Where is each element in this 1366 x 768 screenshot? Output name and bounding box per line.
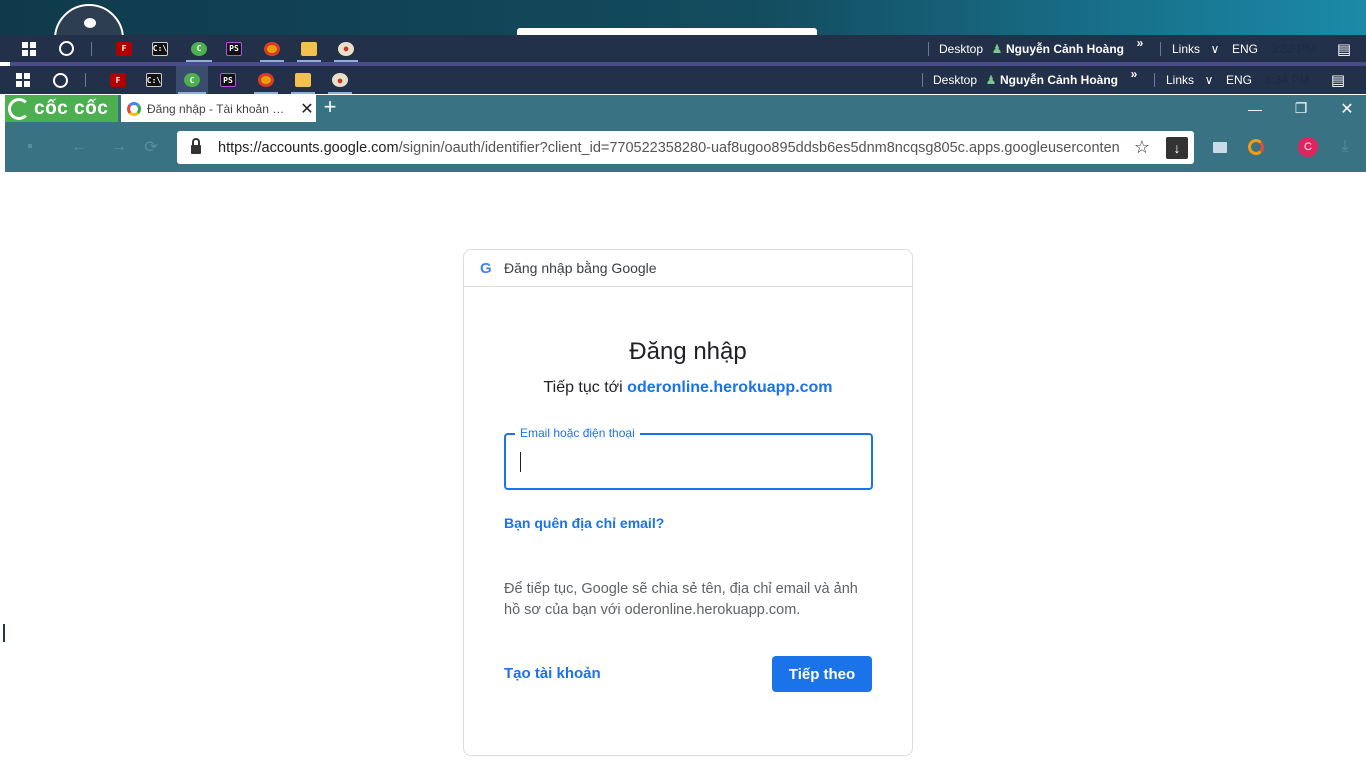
cmd-icon[interactable]: C:\: [148, 35, 172, 62]
links-toolbar[interactable]: Links: [1171, 35, 1201, 62]
coccoc-taskbar-icon[interactable]: C: [184, 35, 214, 62]
cmd-icon[interactable]: C:\: [142, 66, 166, 94]
signin-card: G Đăng nhập bằng Google Đăng nhập Tiếp t…: [463, 249, 913, 756]
sharing-notice: Để tiếp tục, Google sẽ chia sẻ tên, địa …: [504, 581, 858, 618]
subtitle-site-link[interactable]: oderonline.herokuapp.com: [627, 379, 832, 396]
clock[interactable]: 3:34 PM: [1264, 66, 1310, 94]
back-icon[interactable]: ←: [67, 136, 91, 158]
profile-avatar[interactable]: C: [1298, 137, 1318, 157]
tab-title: Đăng nhập - Tài khoản Google: [147, 101, 292, 116]
chevron-overflow-icon[interactable]: »: [1134, 29, 1146, 56]
clock[interactable]: 3:32 PM: [1270, 35, 1316, 62]
file-explorer-icon[interactable]: [295, 35, 323, 62]
tab-google-signin[interactable]: Đăng nhập - Tài khoản Google ✕: [121, 95, 316, 122]
desktop-toolbar[interactable]: Desktop: [932, 66, 978, 94]
page-title: Đăng nhập: [629, 338, 747, 365]
bookmark-star-icon[interactable]: ☆: [1134, 137, 1150, 158]
cortana-icon[interactable]: [50, 66, 70, 94]
filezilla-icon[interactable]: F: [106, 66, 130, 94]
minimize-button[interactable]: —: [1232, 95, 1278, 122]
create-account-link[interactable]: Tạo tài khoản: [504, 665, 601, 682]
coccoc-taskbar-icon[interactable]: C: [176, 66, 208, 94]
text-caret: [520, 452, 521, 472]
notification-icon[interactable]: ▤: [1334, 35, 1354, 62]
notification-icon[interactable]: ▤: [1328, 66, 1348, 94]
google-g-icon: G: [480, 259, 492, 277]
close-window-button[interactable]: ✕: [1324, 95, 1366, 122]
subtitle-prefix: Tiếp tục tới: [543, 379, 623, 396]
email-input[interactable]: [506, 435, 871, 488]
file-explorer-icon[interactable]: [289, 66, 317, 94]
google-favicon-icon: [127, 101, 141, 116]
desktop-toolbar[interactable]: Desktop: [938, 35, 984, 62]
forgot-email-link[interactable]: Bạn quên địa chỉ email?: [504, 515, 664, 531]
coccoc-logo[interactable]: cốc cốc: [5, 95, 118, 122]
chevron-up-icon[interactable]: ∨: [1201, 66, 1217, 94]
new-tab-button[interactable]: +: [319, 96, 341, 119]
phpstorm-icon[interactable]: PS: [222, 35, 246, 62]
reader-extension-icon[interactable]: [1210, 137, 1230, 157]
chevron-overflow-icon[interactable]: »: [1128, 60, 1140, 88]
user-name-toolbar[interactable]: Nguyễn Cảnh Hoàng: [1000, 66, 1118, 94]
taskbar-divider: [83, 66, 87, 94]
user-icon: ♟: [991, 41, 1003, 56]
taskbar-top: F C:\ C PS ● Desktop ♟ Nguyễn Cảnh Hoàng…: [0, 35, 1366, 62]
reload-icon[interactable]: ⟳: [139, 136, 163, 158]
start-icon[interactable]: [19, 35, 39, 62]
address-bar[interactable]: https://accounts.google.com/signin/oauth…: [177, 131, 1194, 164]
next-button[interactable]: Tiếp theo: [772, 656, 872, 692]
filezilla-icon[interactable]: F: [112, 35, 136, 62]
subtitle: Tiếp tục tới oderonline.herokuapp.com: [464, 379, 912, 397]
start-icon[interactable]: [13, 66, 33, 94]
language-indicator[interactable]: ENG: [1226, 66, 1252, 94]
restore-button[interactable]: ❐: [1278, 95, 1324, 122]
coccoc-logo-icon: [8, 97, 30, 120]
download-page-icon[interactable]: ↓: [1166, 137, 1188, 159]
browser-tab-bar: cốc cốc Đăng nhập - Tài khoản Google ✕ +…: [5, 95, 1366, 122]
chevron-up-icon[interactable]: ∨: [1207, 35, 1223, 62]
taskbar-bottom: F C:\ C PS ● Desktop ♟ Nguyễn Cảnh Hoàng…: [0, 66, 1366, 94]
timer-extension-icon[interactable]: [1246, 137, 1266, 157]
taskbar-divider: [920, 66, 924, 94]
taskbar-divider: [1152, 66, 1156, 94]
chrome-icon[interactable]: [258, 35, 286, 62]
coccoc-logo-text: cốc cốc: [34, 97, 109, 119]
sidebar-toggle-icon[interactable]: ▪: [18, 136, 42, 158]
language-indicator[interactable]: ENG: [1232, 35, 1258, 62]
user-icon: ♟: [985, 73, 997, 87]
downloads-icon[interactable]: ⤓: [1335, 137, 1355, 157]
card-header: G Đăng nhập bằng Google: [464, 250, 912, 287]
phpstorm-icon[interactable]: PS: [216, 66, 240, 94]
taskbar-divider: [89, 35, 93, 62]
paint-icon[interactable]: ●: [332, 35, 360, 62]
browser-toolbar: ▪ ← → ⟳ https://accounts.google.com/sign…: [5, 122, 1366, 172]
email-field[interactable]: Email hoặc điện thoại: [504, 426, 873, 490]
taskbar-divider: [1158, 35, 1162, 62]
chrome-icon[interactable]: [252, 66, 280, 94]
url-text[interactable]: https://accounts.google.com/signin/oauth…: [218, 140, 1120, 156]
cortana-icon[interactable]: [56, 35, 76, 62]
links-toolbar[interactable]: Links: [1165, 66, 1195, 94]
user-name-toolbar[interactable]: Nguyễn Cảnh Hoàng: [1006, 35, 1124, 62]
tab-close-icon[interactable]: ✕: [298, 99, 316, 119]
page-edge-marker: [3, 624, 5, 642]
paint-icon[interactable]: ●: [326, 66, 354, 94]
taskbar-divider: [926, 35, 930, 62]
forward-icon[interactable]: →: [107, 136, 131, 158]
card-header-text: Đăng nhập bằng Google: [504, 260, 657, 276]
lock-icon: [191, 138, 201, 154]
